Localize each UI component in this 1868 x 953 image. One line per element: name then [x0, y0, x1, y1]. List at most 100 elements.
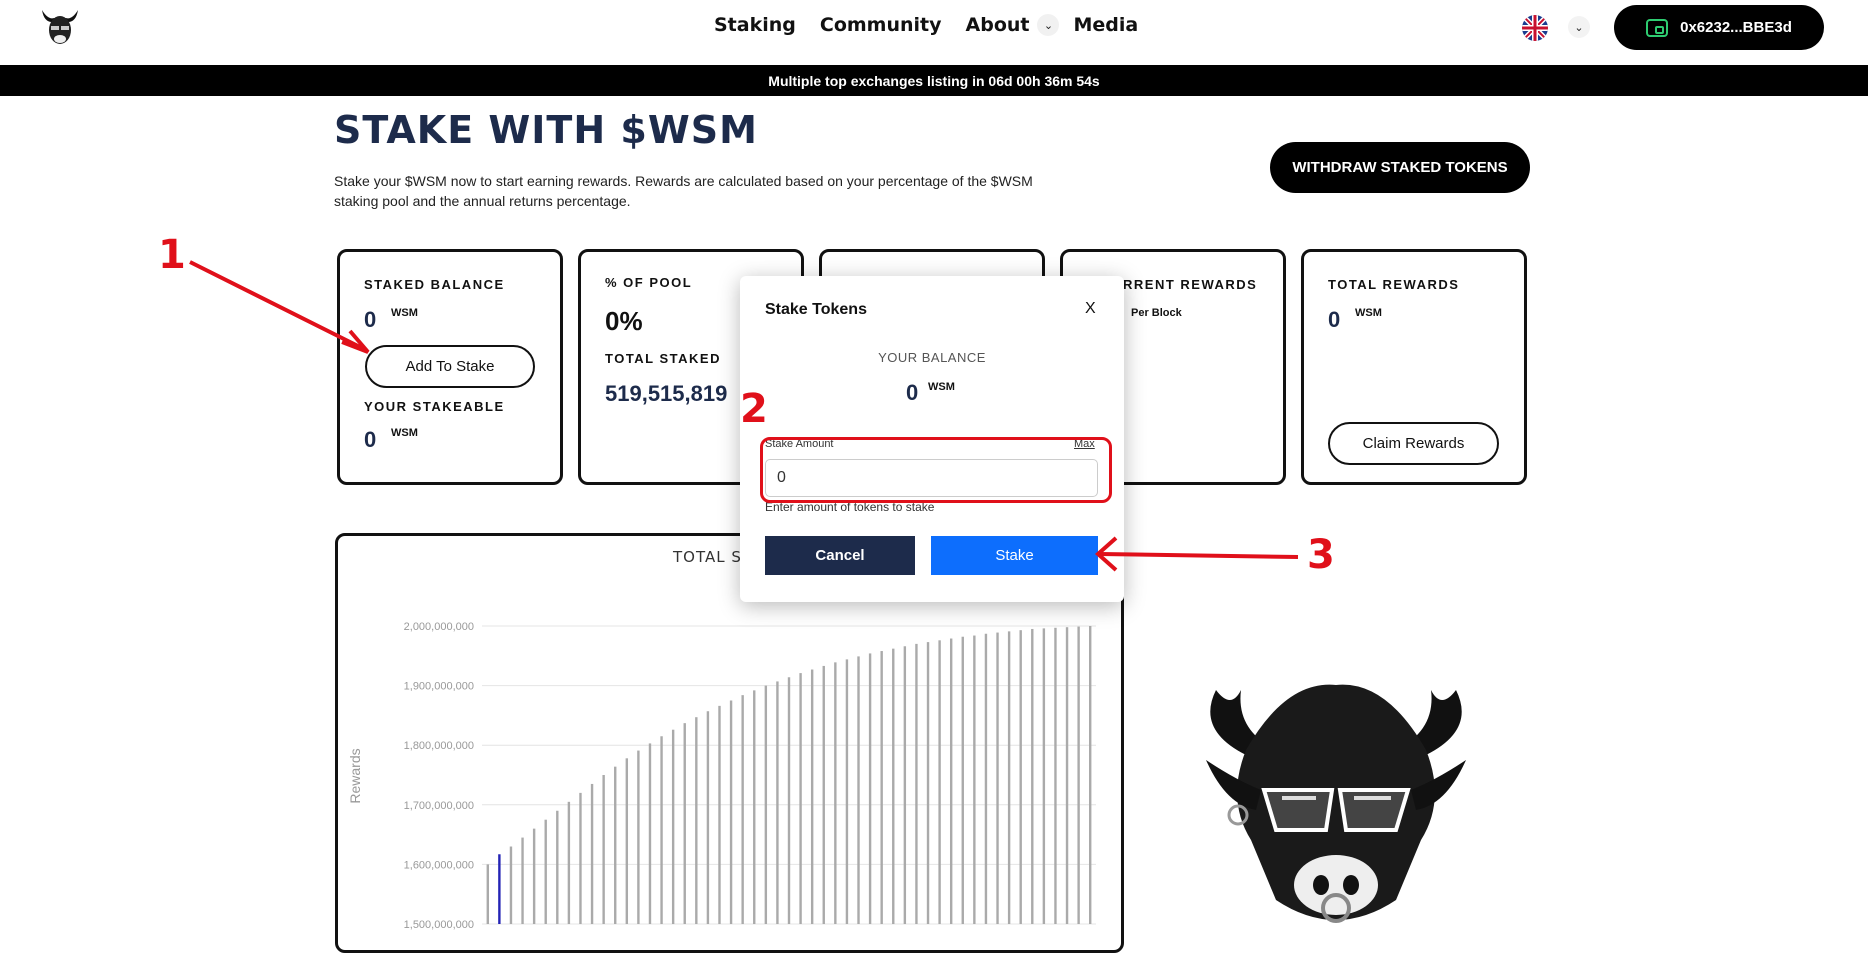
modal-balance-value: 0 [906, 380, 919, 405]
staked-balance-value: 0 [364, 307, 377, 332]
chart-bar[interactable] [880, 651, 883, 924]
chart-bar[interactable] [810, 669, 814, 924]
chart-bar[interactable] [556, 810, 559, 924]
annotation-highlight-box [760, 437, 1112, 503]
chart-bar[interactable] [544, 819, 547, 924]
total-rewards-value: 0 [1328, 307, 1341, 332]
chart-bar[interactable] [1019, 630, 1022, 924]
add-to-stake-button[interactable]: Add To Stake [365, 345, 535, 388]
stake-button[interactable]: Stake [931, 536, 1098, 575]
modal-balance-unit: WSM [928, 381, 955, 393]
chart-bar[interactable] [822, 665, 825, 924]
nav-about-group[interactable]: About ⌄ [966, 14, 1060, 36]
chart-bar[interactable] [602, 775, 605, 924]
chart-bar[interactable] [614, 766, 617, 924]
chart-bar[interactable] [857, 656, 860, 924]
chart-bar[interactable] [671, 729, 675, 924]
chart-y-tick-label: 1,700,000,000 [404, 800, 474, 812]
wallet-button[interactable]: 0x6232...BBE3d [1614, 5, 1824, 50]
chart-bar[interactable] [1089, 626, 1092, 924]
total-rewards-unit: WSM [1355, 307, 1382, 319]
chart-bar[interactable] [764, 685, 768, 924]
stakeable-value: 0 [364, 427, 377, 452]
stakeable-unit: WSM [391, 427, 418, 439]
language-chevron-icon[interactable]: ⌄ [1568, 16, 1590, 38]
chart-bar[interactable] [799, 673, 802, 924]
close-icon[interactable]: X [1085, 300, 1096, 318]
chart-bar[interactable] [949, 638, 953, 924]
cancel-button[interactable]: Cancel [765, 536, 915, 575]
pool-value: 0% [605, 306, 643, 336]
page-title: STAKE WITH $WSM [334, 108, 758, 152]
annotation-number-2: 2 [740, 386, 768, 432]
chart-bar[interactable] [834, 662, 837, 924]
page-description: Stake your $WSM now to start earning rew… [334, 173, 1033, 209]
chart-bar[interactable] [1007, 631, 1011, 924]
chart-bar[interactable] [729, 700, 733, 925]
chart-bar[interactable] [741, 695, 744, 924]
claim-rewards-button[interactable]: Claim Rewards [1328, 422, 1499, 465]
announcement-banner: Multiple top exchanges listing in 06d 00… [0, 65, 1868, 96]
chart-bar[interactable] [1042, 628, 1046, 924]
chart-bar[interactable] [845, 659, 849, 924]
chart-bar[interactable] [984, 633, 988, 924]
chart-bar[interactable] [648, 743, 652, 924]
wallet-icon [1646, 18, 1669, 37]
chevron-down-icon[interactable]: ⌄ [1037, 14, 1060, 36]
chart-bar[interactable] [509, 846, 513, 924]
chart-bar[interactable] [579, 792, 582, 924]
nav-links: Staking Community About ⌄ Media [714, 14, 1162, 36]
chart-y-tick-label: 1,800,000,000 [404, 740, 474, 752]
bull-logo-icon[interactable] [38, 6, 82, 48]
chart-bar[interactable] [868, 653, 872, 924]
annotation-arrow-3 [1099, 552, 1299, 559]
chart-bar[interactable] [625, 758, 629, 924]
nav-link-media[interactable]: Media [1073, 14, 1138, 36]
chart-bar[interactable] [776, 681, 779, 924]
wallet-address: 0x6232...BBE3d [1680, 19, 1792, 36]
chart-bar[interactable] [498, 854, 501, 924]
chart-bar[interactable] [718, 705, 721, 924]
nav-link-community[interactable]: Community [820, 14, 942, 36]
chart-bar[interactable] [938, 640, 941, 924]
chart-bar[interactable] [486, 864, 489, 924]
chart-y-tick-label: 1,600,000,000 [404, 859, 474, 871]
chart-bar[interactable] [753, 690, 756, 924]
chart-bar[interactable] [567, 801, 571, 924]
staked-balance-card: STAKED BALANCE 0 WSM Add To Stake YOUR S… [337, 249, 563, 485]
chart-y-tick-label: 1,500,000,000 [404, 919, 474, 931]
chart-y-axis-label: Rewards [347, 748, 363, 803]
top-navigation: Staking Community About ⌄ Media ⌄ 0x6232… [0, 0, 1868, 64]
chart-bar[interactable] [892, 648, 895, 924]
chart-bar[interactable] [903, 646, 907, 924]
chart-bar[interactable] [706, 711, 710, 924]
chart-bar[interactable] [532, 828, 536, 924]
chart-bar[interactable] [1065, 627, 1069, 924]
chart-bar[interactable] [1031, 628, 1034, 924]
uk-flag-icon[interactable] [1522, 15, 1548, 41]
modal-title: Stake Tokens [765, 301, 867, 318]
banner-text: Multiple top exchanges listing in 06d 00… [768, 72, 1100, 89]
chart-bar[interactable] [973, 635, 976, 924]
chart-bar[interactable] [521, 837, 524, 924]
withdraw-staked-tokens-button[interactable]: WITHDRAW STAKED TOKENS [1270, 142, 1530, 193]
staked-balance-unit: WSM [391, 307, 418, 319]
chart-bar[interactable] [695, 717, 698, 924]
chart-bar[interactable] [637, 750, 640, 924]
chart-bar[interactable] [660, 736, 663, 924]
chart-bar[interactable] [996, 632, 999, 924]
chart-bar[interactable] [926, 642, 930, 924]
chart-bar[interactable] [1054, 627, 1057, 924]
nav-link-staking[interactable]: Staking [714, 14, 796, 36]
total-staked-value: 519,515,819 [605, 381, 728, 406]
chart-bar[interactable] [787, 677, 791, 924]
nav-link-about[interactable]: About [966, 14, 1030, 36]
chart-bar[interactable] [590, 783, 594, 924]
chart-y-tick-label: 1,900,000,000 [404, 681, 474, 693]
chart-bar[interactable] [915, 643, 918, 924]
total-staked-label: TOTAL STAKED [605, 351, 721, 366]
chart-bar[interactable] [1077, 626, 1080, 924]
chart-bar[interactable] [683, 723, 686, 924]
chart-bar[interactable] [961, 636, 964, 924]
annotation-number-1: 1 [158, 232, 186, 278]
